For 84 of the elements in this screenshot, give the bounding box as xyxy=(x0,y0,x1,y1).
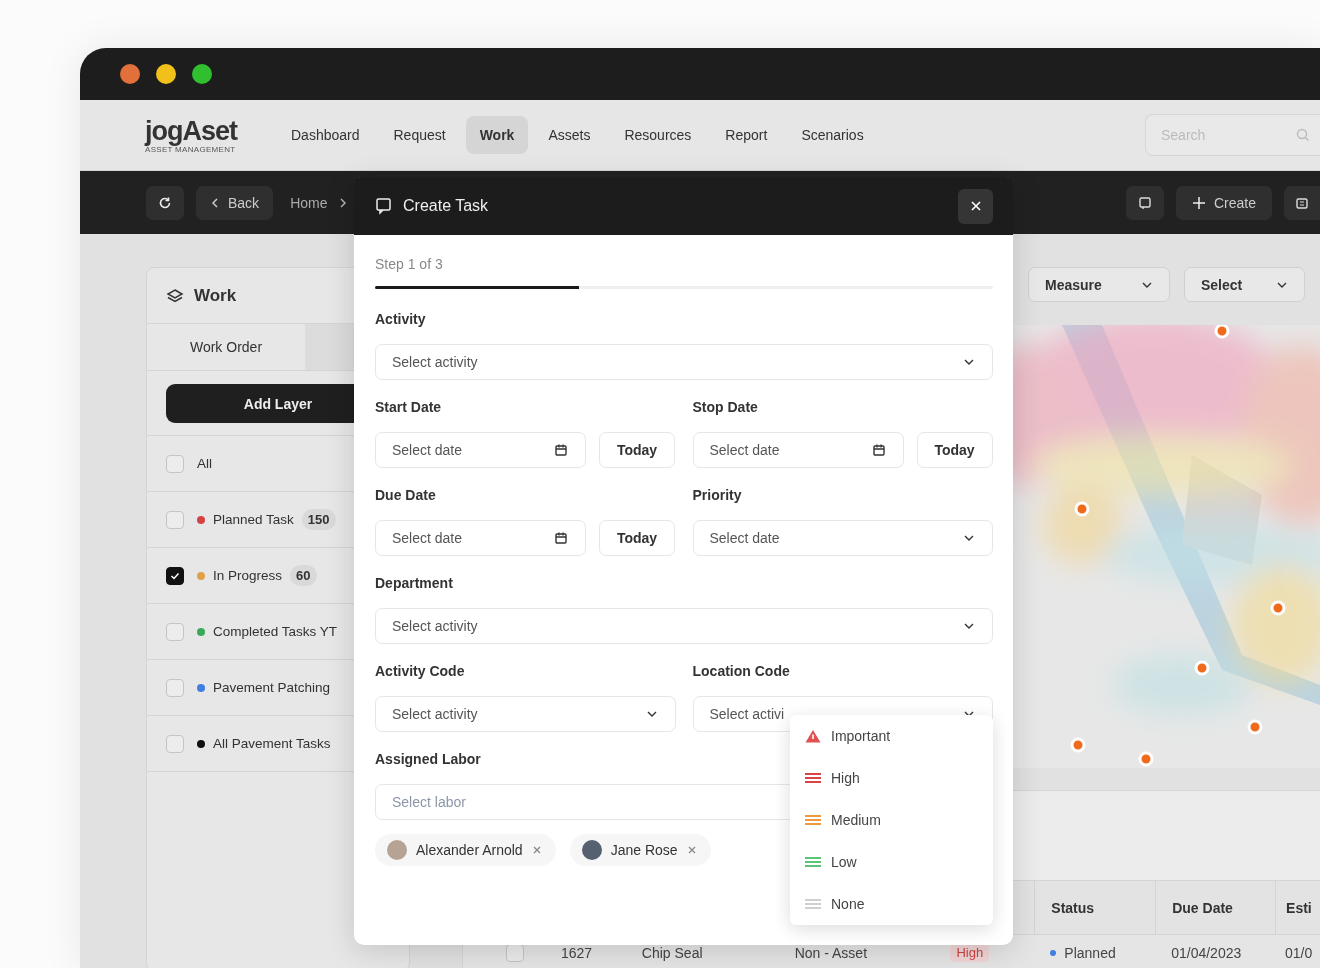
nav-tab[interactable]: Scenarios xyxy=(787,116,878,154)
date-field[interactable]: Select date xyxy=(692,432,904,468)
checkbox[interactable] xyxy=(166,566,184,585)
field-label: Assigned Labor xyxy=(375,750,482,768)
calendar-icon xyxy=(1295,195,1309,210)
window-control[interactable] xyxy=(192,64,212,84)
close-button[interactable] xyxy=(958,188,993,224)
layer-label: Pavement Patching xyxy=(213,680,331,695)
avatar-icon xyxy=(581,840,602,860)
refresh-button[interactable] xyxy=(146,185,184,220)
nav-tab[interactable]: Dashboard xyxy=(277,116,374,154)
layer-label: All Pavement Tasks xyxy=(213,736,331,751)
chat-button[interactable] xyxy=(1125,185,1164,220)
task-icon xyxy=(375,197,393,215)
nav-tab[interactable]: Resources xyxy=(610,116,706,154)
chevron-down-icon xyxy=(1276,280,1288,289)
table-cell-text: Chip Seal xyxy=(640,943,704,963)
search-icon xyxy=(1296,128,1310,142)
field-label: Activity xyxy=(375,310,427,328)
breadcrumb-link[interactable]: Home xyxy=(290,194,328,211)
count-badge: 60 xyxy=(290,565,317,586)
chevron-right-icon xyxy=(339,196,348,209)
close-icon xyxy=(531,845,542,855)
count-badge: 150 xyxy=(301,509,336,530)
calendar-button[interactable] xyxy=(1284,185,1320,220)
step-label: Step 1 of 3 xyxy=(375,255,444,273)
status-text: Planned xyxy=(1064,944,1116,961)
menu-item[interactable]: Low xyxy=(790,841,993,883)
table-cell-text: Non - Asset xyxy=(793,943,869,963)
today-button[interactable]: Today xyxy=(599,520,675,556)
window-control[interactable] xyxy=(156,64,176,84)
chevron-left-icon xyxy=(210,196,220,209)
layer-label: Completed Tasks YT xyxy=(213,624,338,639)
field-label: Activity Code xyxy=(375,662,466,680)
nav-tab[interactable]: Request xyxy=(379,116,460,154)
table-cell-text: 1627 xyxy=(559,943,594,963)
panel-tab[interactable]: Work Order xyxy=(147,324,305,370)
close-icon xyxy=(969,200,982,212)
select-field[interactable]: Select date xyxy=(692,520,993,556)
date-field[interactable]: Select date xyxy=(375,520,586,556)
nav-tab[interactable]: Assets xyxy=(534,116,605,154)
today-button[interactable]: Today xyxy=(599,432,675,468)
person-chip[interactable]: Alexander Arnold xyxy=(375,834,556,866)
avatar-icon xyxy=(387,840,407,860)
menu-item[interactable]: None xyxy=(790,883,993,925)
refresh-icon xyxy=(158,195,172,210)
calendar-icon xyxy=(871,443,886,457)
field-label: Priority xyxy=(692,486,743,504)
chevron-down-icon xyxy=(963,622,975,630)
chevron-down-icon xyxy=(1141,280,1153,289)
plus-icon xyxy=(1191,195,1206,210)
table-cell-text: 01/04/2023 xyxy=(1170,943,1243,963)
field-label: Department xyxy=(375,574,454,592)
chevron-down-icon xyxy=(963,534,975,542)
nav-tab[interactable]: Report xyxy=(711,116,782,154)
calendar-icon xyxy=(554,443,568,457)
today-button[interactable]: Today xyxy=(916,432,993,468)
field-label: Stop Date xyxy=(692,398,759,416)
chevron-down-icon xyxy=(963,358,975,366)
back-button[interactable]: Back xyxy=(196,185,274,220)
table-cell-text: 01/0 xyxy=(1284,943,1314,963)
calendar-icon xyxy=(554,531,568,545)
select-field[interactable]: Select activity xyxy=(375,344,993,380)
logo[interactable]: jogAset xyxy=(145,116,277,145)
chat-icon xyxy=(1137,195,1152,210)
panel-title: Work xyxy=(194,285,237,306)
map-dropdown[interactable]: Measure xyxy=(1028,267,1170,302)
layer-label: In Progress xyxy=(213,568,283,583)
select-field[interactable]: Select activity xyxy=(375,608,993,644)
layer-label: Planned Task xyxy=(213,512,294,527)
layer-label: All xyxy=(197,456,212,471)
window-control[interactable] xyxy=(120,64,140,84)
map-dropdown[interactable]: Select xyxy=(1184,267,1305,302)
create-button[interactable]: Create xyxy=(1175,185,1272,220)
chevron-down-icon xyxy=(645,710,658,718)
date-field[interactable]: Select date xyxy=(375,432,586,468)
field-label: Location Code xyxy=(692,662,791,680)
select-field[interactable]: Select activity xyxy=(375,696,676,732)
nav-tab[interactable]: Work xyxy=(465,116,529,154)
layers-icon xyxy=(166,287,184,304)
close-icon xyxy=(686,845,697,855)
field-label: Due Date xyxy=(375,486,437,504)
dialog-title: Create Task xyxy=(403,197,489,215)
person-chip[interactable]: Jane Rose xyxy=(569,834,711,866)
